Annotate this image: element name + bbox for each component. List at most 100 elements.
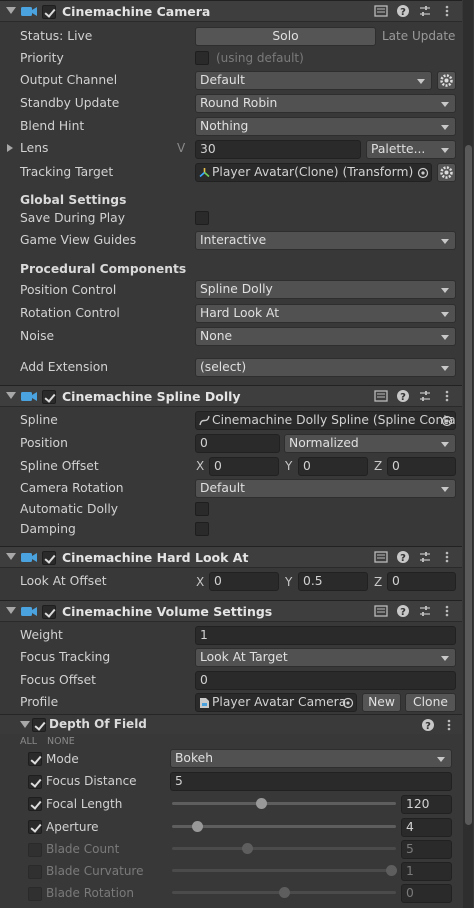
blend-hint-dropdown[interactable]: Nothing xyxy=(195,117,456,136)
settings-sliders-icon[interactable] xyxy=(418,389,432,403)
add-extension-dropdown[interactable]: (select) xyxy=(195,358,456,377)
object-picker-icon[interactable] xyxy=(441,415,453,427)
more-options-icon[interactable] xyxy=(440,4,454,18)
focal-length-input[interactable]: 120 xyxy=(401,795,452,814)
camera-rotation-dropdown[interactable]: Default xyxy=(195,479,456,498)
blade-count-slider-track[interactable] xyxy=(172,847,396,850)
component-enabled-checkbox[interactable] xyxy=(42,5,56,19)
offset-x-input[interactable]: 0 xyxy=(209,457,279,476)
focus-distance-override-checkbox[interactable] xyxy=(28,775,42,789)
more-options-icon[interactable] xyxy=(442,718,456,732)
blade-count-override-checkbox[interactable] xyxy=(28,843,42,857)
more-options-icon[interactable] xyxy=(440,389,454,403)
help-icon[interactable]: ? xyxy=(396,4,410,18)
preset-icon[interactable] xyxy=(374,4,388,18)
lookat-y-input[interactable]: 0.5 xyxy=(298,572,368,591)
aperture-slider-track[interactable] xyxy=(172,825,396,828)
clone-profile-button[interactable]: Clone xyxy=(405,693,456,712)
output-channel-dropdown[interactable]: Default xyxy=(195,71,432,90)
lens-palette-dropdown[interactable]: Palette... xyxy=(366,140,456,159)
preset-icon[interactable] xyxy=(374,389,388,403)
foldout-arrow-icon[interactable] xyxy=(6,553,16,560)
focus-tracking-dropdown[interactable]: Look At Target xyxy=(195,648,456,667)
damping-checkbox[interactable] xyxy=(195,522,209,536)
tracking-target-gear-button[interactable] xyxy=(437,163,456,182)
dolly-position-units-dropdown[interactable]: Normalized xyxy=(284,434,456,453)
blade-rotation-slider-thumb[interactable] xyxy=(279,887,290,898)
mode-dropdown[interactable]: Bokeh xyxy=(170,749,452,768)
standby-update-dropdown[interactable]: Round Robin xyxy=(195,94,456,113)
depth-of-field-header[interactable]: Depth Of Field ? xyxy=(0,714,462,734)
foldout-arrow-icon[interactable] xyxy=(6,392,16,399)
save-during-play-checkbox[interactable] xyxy=(195,211,209,225)
foldout-arrow-icon[interactable] xyxy=(6,7,16,14)
settings-sliders-icon[interactable] xyxy=(418,550,432,564)
blade-curvature-slider-track[interactable] xyxy=(172,869,396,872)
override-all-link[interactable]: ALL xyxy=(20,736,37,747)
dof-enabled-checkbox[interactable] xyxy=(32,718,46,732)
help-icon[interactable]: ? xyxy=(396,550,410,564)
blade-rotation-input[interactable]: 0 xyxy=(401,884,452,903)
object-picker-icon[interactable] xyxy=(342,697,354,709)
focus-distance-input[interactable]: 5 xyxy=(170,772,452,791)
volume-settings-header[interactable]: Cinemachine Volume Settings ? xyxy=(0,600,462,622)
blade-count-input[interactable]: 5 xyxy=(401,840,452,859)
override-none-link[interactable]: NONE xyxy=(47,736,75,747)
help-icon[interactable]: ? xyxy=(421,718,435,732)
tracking-target-field[interactable]: Player Avatar(Clone) (Transform) xyxy=(195,163,432,182)
component-enabled-checkbox[interactable] xyxy=(42,551,56,565)
settings-sliders-icon[interactable] xyxy=(418,4,432,18)
offset-z-input[interactable]: 0 xyxy=(387,457,456,476)
hard-look-at-header[interactable]: Cinemachine Hard Look At ? xyxy=(0,546,462,568)
preset-icon[interactable] xyxy=(374,604,388,618)
focal-length-label: Focal Length xyxy=(46,797,123,811)
cinemachine-camera-header[interactable]: Cinemachine Camera ? xyxy=(0,0,462,22)
mode-override-checkbox[interactable] xyxy=(28,752,42,766)
weight-input[interactable]: 1 xyxy=(195,626,456,645)
offset-y-input[interactable]: 0 xyxy=(298,457,368,476)
new-profile-button[interactable]: New xyxy=(362,693,401,712)
help-icon[interactable]: ? xyxy=(396,604,410,618)
preset-icon[interactable] xyxy=(374,550,388,564)
aperture-input[interactable]: 4 xyxy=(401,818,452,837)
aperture-slider-thumb[interactable] xyxy=(192,821,203,832)
spline-dolly-header[interactable]: Cinemachine Spline Dolly ? xyxy=(0,385,462,407)
position-control-dropdown[interactable]: Spline Dolly xyxy=(195,280,456,299)
lens-foldout-icon[interactable] xyxy=(7,144,13,152)
rotation-control-dropdown[interactable]: Hard Look At xyxy=(195,304,456,323)
foldout-arrow-icon[interactable] xyxy=(20,721,30,728)
component-title: Cinemachine Camera xyxy=(62,4,211,19)
focus-offset-input[interactable]: 0 xyxy=(195,671,456,690)
status-label: Status: Live xyxy=(20,29,93,43)
lookat-z-input[interactable]: 0 xyxy=(387,572,456,591)
blade-rotation-override-checkbox[interactable] xyxy=(28,887,42,901)
foldout-arrow-icon[interactable] xyxy=(6,607,16,614)
focal-length-override-checkbox[interactable] xyxy=(28,797,42,811)
blade-curvature-override-checkbox[interactable] xyxy=(28,865,42,879)
profile-field[interactable]: Player Avatar Camera xyxy=(195,693,357,712)
priority-checkbox[interactable] xyxy=(195,51,209,65)
help-icon[interactable]: ? xyxy=(396,389,410,403)
game-view-guides-dropdown[interactable]: Interactive xyxy=(195,231,456,250)
lookat-x-input[interactable]: 0 xyxy=(209,572,279,591)
scrollbar-thumb[interactable] xyxy=(465,145,472,825)
focal-length-slider-thumb[interactable] xyxy=(256,798,267,809)
more-options-icon[interactable] xyxy=(440,550,454,564)
component-enabled-checkbox[interactable] xyxy=(42,605,56,619)
noise-dropdown[interactable]: None xyxy=(195,327,456,346)
output-channel-gear-button[interactable] xyxy=(437,71,456,90)
spline-field[interactable]: Cinemachine Dolly Spline (Spline Conta xyxy=(195,411,456,430)
more-options-icon[interactable] xyxy=(440,604,454,618)
object-picker-icon[interactable] xyxy=(417,167,429,179)
solo-button[interactable]: Solo xyxy=(195,27,376,46)
dolly-position-input[interactable]: 0 xyxy=(195,434,280,453)
component-enabled-checkbox[interactable] xyxy=(42,390,56,404)
blade-count-slider-thumb[interactable] xyxy=(242,843,253,854)
blade-curvature-slider-thumb[interactable] xyxy=(386,865,397,876)
settings-sliders-icon[interactable] xyxy=(418,604,432,618)
focal-length-slider-track[interactable] xyxy=(172,802,396,805)
lens-fov-input[interactable]: 30 xyxy=(195,140,361,159)
automatic-dolly-checkbox[interactable] xyxy=(195,502,209,516)
blade-curvature-input[interactable]: 1 xyxy=(401,862,452,881)
aperture-override-checkbox[interactable] xyxy=(28,820,42,834)
